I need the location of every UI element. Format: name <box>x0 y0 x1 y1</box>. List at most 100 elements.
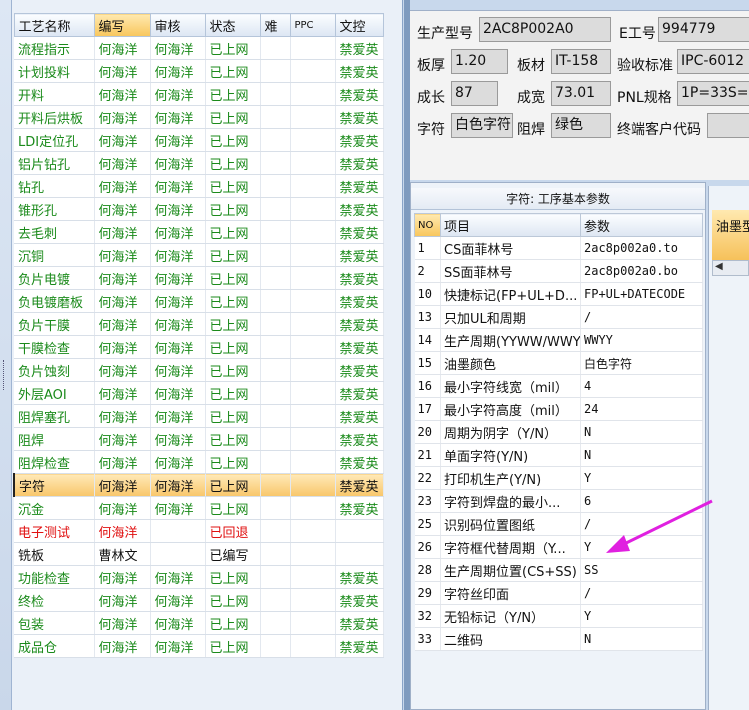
param-no-cell[interactable]: 10 <box>414 282 441 306</box>
process-row[interactable]: 负片电镀 何海洋 何海洋 已上网 禁爱英 <box>14 266 384 290</box>
author-cell[interactable]: 何海洋 <box>94 450 151 474</box>
param-item-cell[interactable]: 快捷标记(FP+UL+D... <box>440 282 581 306</box>
process-name-cell[interactable]: 功能检查 <box>14 565 95 589</box>
process-name-cell[interactable]: 干膜检查 <box>14 335 95 359</box>
param-row[interactable]: 20 周期为阴字（Y/N） N <box>414 420 703 444</box>
param-no-cell[interactable]: 2 <box>414 259 441 283</box>
ppc-cell[interactable] <box>290 105 336 129</box>
ppc-cell[interactable] <box>290 128 336 152</box>
param-item-cell[interactable]: SS面菲林号 <box>440 259 581 283</box>
status-cell[interactable]: 已上网 <box>205 36 261 60</box>
author-cell[interactable]: 何海洋 <box>94 473 151 497</box>
ppc-cell[interactable] <box>290 450 336 474</box>
param-no-cell[interactable]: 29 <box>414 581 441 605</box>
pnl-field[interactable]: 1P=33S=9 <box>677 81 749 106</box>
reviewer-cell[interactable]: 何海洋 <box>150 220 206 244</box>
param-value-cell[interactable]: Y <box>580 604 703 628</box>
right-panel-scrollbar[interactable]: ◀ <box>712 260 749 276</box>
difficulty-cell[interactable] <box>260 427 291 451</box>
doc-control-cell[interactable]: 禁爱英 <box>335 565 384 589</box>
doc-control-cell[interactable]: 禁爱英 <box>335 427 384 451</box>
param-value-cell[interactable]: 4 <box>580 374 703 398</box>
col-header-ppc[interactable]: PPC <box>289 13 336 37</box>
difficulty-cell[interactable] <box>260 105 291 129</box>
col-header-item[interactable]: 项目 <box>440 213 581 237</box>
ppc-cell[interactable] <box>290 381 336 405</box>
doc-control-cell[interactable]: 禁爱英 <box>335 128 384 152</box>
process-name-cell[interactable]: 铣板 <box>14 542 95 566</box>
difficulty-cell[interactable] <box>260 197 291 221</box>
doc-control-cell[interactable]: 禁爱英 <box>335 358 384 382</box>
doc-control-cell[interactable]: 禁爱英 <box>335 151 384 175</box>
param-row[interactable]: 14 生产周期(YYWW/WWYY) WWYY <box>414 328 703 352</box>
standard-field[interactable]: IPC-6012 I <box>677 49 749 74</box>
author-cell[interactable]: 何海洋 <box>94 174 151 198</box>
reviewer-cell[interactable] <box>150 542 206 566</box>
author-cell[interactable]: 何海洋 <box>94 59 151 83</box>
author-cell[interactable]: 何海洋 <box>94 243 151 267</box>
reviewer-cell[interactable] <box>150 519 206 543</box>
author-cell[interactable]: 何海洋 <box>94 634 151 658</box>
ppc-cell[interactable] <box>290 243 336 267</box>
status-cell[interactable]: 已上网 <box>205 611 261 635</box>
status-cell[interactable]: 已上网 <box>205 588 261 612</box>
process-name-cell[interactable]: 负电镀磨板 <box>14 289 95 313</box>
process-name-cell[interactable]: 负片电镀 <box>14 266 95 290</box>
ppc-cell[interactable] <box>290 59 336 83</box>
doc-control-cell[interactable]: 禁爱英 <box>335 82 384 106</box>
param-row[interactable]: 22 打印机生产(Y/N) Y <box>414 466 703 490</box>
status-cell[interactable]: 已回退 <box>205 519 261 543</box>
status-cell[interactable]: 已上网 <box>205 59 261 83</box>
doc-control-cell[interactable]: 禁爱英 <box>335 611 384 635</box>
doc-control-cell[interactable]: 禁爱英 <box>335 588 384 612</box>
process-row[interactable]: 沉金 何海洋 何海洋 已上网 禁爱英 <box>14 496 384 520</box>
doc-control-cell[interactable]: 禁爱英 <box>335 220 384 244</box>
ppc-cell[interactable] <box>290 151 336 175</box>
status-cell[interactable]: 已上网 <box>205 220 261 244</box>
process-name-cell[interactable]: 包装 <box>14 611 95 635</box>
process-row[interactable]: 阻焊检查 何海洋 何海洋 已上网 禁爱英 <box>14 450 384 474</box>
doc-control-cell[interactable]: 禁爱英 <box>335 312 384 336</box>
doc-control-cell[interactable]: 禁爱英 <box>335 450 384 474</box>
process-row[interactable]: 负片干膜 何海洋 何海洋 已上网 禁爱英 <box>14 312 384 336</box>
param-row[interactable]: 13 只加UL和周期 / <box>414 305 703 329</box>
author-cell[interactable]: 何海洋 <box>94 151 151 175</box>
difficulty-cell[interactable] <box>260 404 291 428</box>
param-no-cell[interactable]: 15 <box>414 351 441 375</box>
ppc-cell[interactable] <box>290 473 336 497</box>
reviewer-cell[interactable]: 何海洋 <box>150 243 206 267</box>
author-cell[interactable]: 何海洋 <box>94 128 151 152</box>
param-item-cell[interactable]: 最小字符高度（mil） <box>440 397 581 421</box>
author-cell[interactable]: 何海洋 <box>94 36 151 60</box>
mask-field[interactable]: 绿色 <box>551 113 611 138</box>
param-item-cell[interactable]: 只加UL和周期 <box>440 305 581 329</box>
param-item-cell[interactable]: 油墨颜色 <box>440 351 581 375</box>
process-name-cell[interactable]: LDI定位孔 <box>14 128 95 152</box>
param-value-cell[interactable]: WWYY <box>580 328 703 352</box>
status-cell[interactable]: 已编写 <box>205 542 261 566</box>
difficulty-cell[interactable] <box>260 542 291 566</box>
process-row[interactable]: 钻孔 何海洋 何海洋 已上网 禁爱英 <box>14 174 384 198</box>
process-name-cell[interactable]: 阻焊检查 <box>14 450 95 474</box>
doc-control-cell[interactable]: 禁爱英 <box>335 289 384 313</box>
right-panel-header[interactable]: 油墨型 <box>712 210 749 260</box>
status-cell[interactable]: 已上网 <box>205 335 261 359</box>
param-value-cell[interactable]: N <box>580 420 703 444</box>
process-name-cell[interactable]: 流程指示 <box>14 36 95 60</box>
param-item-cell[interactable]: CS面菲林号 <box>440 236 581 260</box>
difficulty-cell[interactable] <box>260 519 291 543</box>
param-row[interactable]: 32 无铅标记（Y/N） Y <box>414 604 703 628</box>
status-cell[interactable]: 已上网 <box>205 243 261 267</box>
difficulty-cell[interactable] <box>260 59 291 83</box>
doc-control-cell[interactable]: 禁爱英 <box>335 243 384 267</box>
process-name-cell[interactable]: 外层AOI <box>14 381 95 405</box>
doc-control-cell[interactable]: 禁爱英 <box>335 496 384 520</box>
author-cell[interactable]: 何海洋 <box>94 588 151 612</box>
reviewer-cell[interactable]: 何海洋 <box>150 174 206 198</box>
status-cell[interactable]: 已上网 <box>205 82 261 106</box>
param-value-cell[interactable]: Y <box>580 466 703 490</box>
param-no-cell[interactable]: 1 <box>414 236 441 260</box>
col-header-value[interactable]: 参数 <box>580 213 703 237</box>
param-row[interactable]: 2 SS面菲林号 2ac8p002a0.bo <box>414 259 703 283</box>
param-item-cell[interactable]: 字符丝印面 <box>440 581 581 605</box>
